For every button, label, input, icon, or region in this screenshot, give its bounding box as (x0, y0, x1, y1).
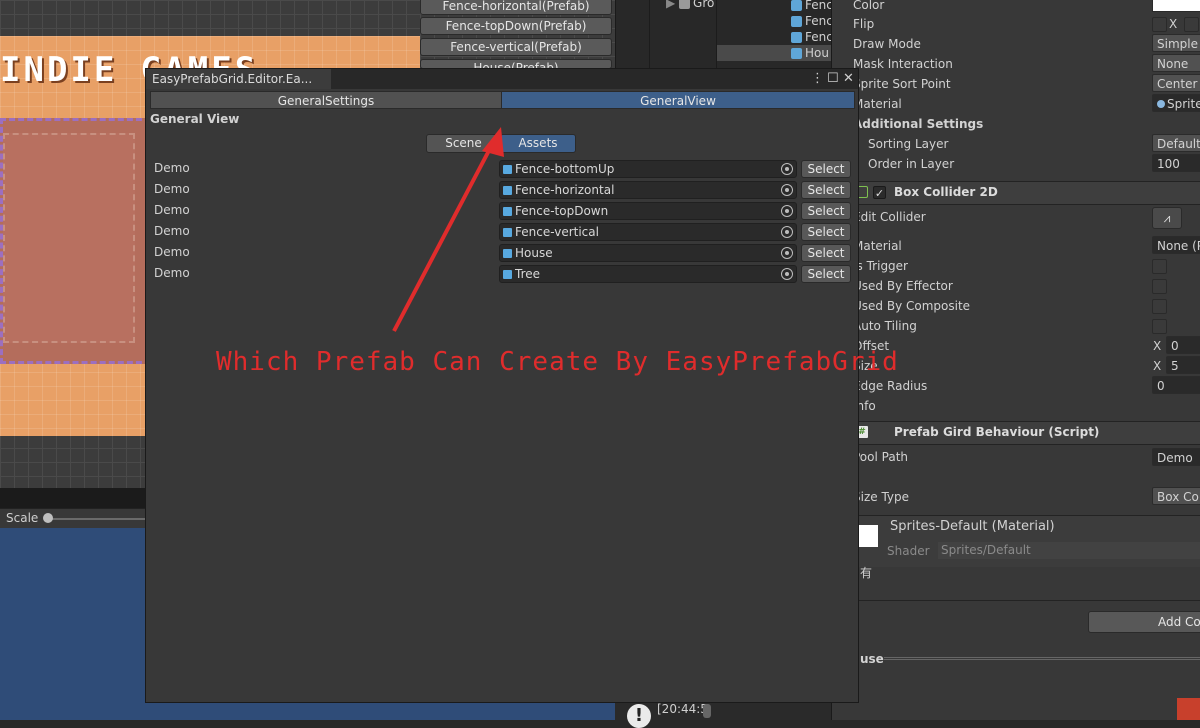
flip-x-checkbox[interactable] (1152, 17, 1167, 32)
flip-y-checkbox[interactable] (1184, 17, 1199, 32)
sorting-layer-dropdown[interactable]: Default (1152, 134, 1200, 152)
box-collider-title: Box Collider 2D (894, 185, 998, 199)
gameobject-icon (679, 0, 691, 9)
draw-mode-label: Draw Mode (853, 37, 921, 51)
sprite-sort-point-dropdown[interactable]: Center (1152, 74, 1200, 92)
sorting-layer-label: Sorting Layer (868, 137, 949, 151)
auto-tiling-checkbox[interactable] (1152, 319, 1167, 334)
prefab-icon (791, 32, 802, 43)
color-label: Color (853, 0, 885, 12)
prefab-behaviour-header[interactable]: # Prefab Gird Behaviour (Script) (832, 421, 1200, 445)
offset-x-field[interactable]: 0 (1166, 336, 1200, 354)
pool-path-label: Pool Path (853, 450, 909, 464)
prefab-icon (791, 16, 802, 27)
order-in-layer-field[interactable]: 100 (1152, 154, 1200, 172)
console-timestamp: [20:44:5 (657, 702, 708, 716)
shader-dropdown[interactable]: Sprites/Default (938, 542, 1200, 559)
box-collider-header[interactable]: ✓ Box Collider 2D (832, 181, 1200, 205)
scene-ground (3, 133, 135, 343)
flip-x-label: X (1169, 17, 1178, 31)
pool-path-field[interactable]: Demo (1152, 448, 1200, 466)
add-component-button[interactable]: Add Com (1088, 611, 1200, 633)
additional-settings-foldout[interactable]: Additional Settings (853, 115, 983, 133)
used-by-composite-label: Used By Composite (853, 299, 971, 313)
asset-thumbnail (1177, 698, 1200, 720)
offset-x-label: X (1153, 339, 1162, 353)
edge-radius-field[interactable]: 0 (1152, 376, 1200, 394)
hierarchy-item-selected[interactable]: Hou (717, 45, 832, 61)
drag-handle[interactable] (884, 657, 1200, 660)
material-field[interactable]: Sprite (1152, 94, 1200, 112)
console-scrollbar[interactable] (703, 704, 711, 718)
mask-interaction-label: Mask Interaction (853, 57, 953, 71)
flip-label: Flip (853, 17, 875, 31)
warning-icon: ! (627, 704, 651, 728)
prefab-behaviour-title: Prefab Gird Behaviour (Script) (894, 425, 1100, 439)
console-panel: ! [20:44:5 (615, 700, 831, 728)
hierarchy-item[interactable]: ▶ Gro (666, 0, 714, 11)
draw-mode-dropdown[interactable]: Simple (1152, 34, 1200, 52)
material-preview (858, 525, 878, 547)
size-type-label: Size Type (853, 490, 910, 504)
used-by-composite-checkbox[interactable] (1152, 299, 1167, 314)
used-by-effector-checkbox[interactable] (1152, 279, 1167, 294)
mask-interaction-dropdown[interactable]: None (1152, 54, 1200, 72)
hierarchy-item[interactable]: Fenc (791, 29, 833, 45)
scene-fence-area (0, 118, 151, 364)
bottom-section-label: use (860, 652, 884, 666)
size-type-dropdown[interactable]: Box Coll (1152, 487, 1200, 505)
divider (832, 600, 1200, 601)
scale-label: Scale (6, 511, 39, 525)
hierarchy-item[interactable]: Fenc (791, 0, 833, 13)
annotation-text: Which Prefab Can Create By EasyPrefabGri… (216, 347, 899, 377)
order-in-layer-label: Order in Layer (868, 157, 955, 171)
is-trigger-checkbox[interactable] (1152, 259, 1167, 274)
component-enabled-checkbox[interactable]: ✓ (873, 186, 886, 200)
annotation-arrow (392, 127, 504, 332)
edit-collider-label: Edit Collider (853, 210, 926, 224)
material-label: Material (853, 97, 902, 111)
edge-radius-label: Edge Radius (853, 379, 928, 393)
size-x-label: X (1153, 359, 1162, 373)
shader-label: Shader (887, 544, 930, 558)
edit-collider-icon[interactable]: ⩘ (1152, 207, 1182, 229)
collider-material-field[interactable]: None (P (1152, 236, 1200, 254)
auto-tiling-label: Auto Tiling (853, 319, 917, 333)
material-icon (1157, 100, 1165, 108)
size-x-field[interactable]: 5 (1166, 356, 1200, 374)
hierarchy-item[interactable]: Fenc (791, 13, 833, 29)
easyprefabgrid-editor-window: EasyPrefabGrid.Editor.Ea... ⋮ ☐ ✕ Genera… (145, 68, 898, 703)
scene-prefab-button[interactable]: Fence-topDown(Prefab) (420, 17, 612, 35)
extra-text: 有 (860, 566, 873, 580)
is-trigger-label: Is Trigger (853, 259, 908, 273)
scale-slider-thumb[interactable] (43, 513, 53, 523)
collider-material-label: Material (853, 239, 902, 253)
prefab-icon (791, 0, 802, 11)
scene-prefab-button[interactable]: Fence-vertical(Prefab) (420, 38, 612, 56)
scene-prefab-button[interactable]: Fence-horizontal(Prefab) (420, 0, 612, 15)
material-name: Sprites-Default (Material) (890, 519, 1055, 534)
color-swatch[interactable] (1152, 0, 1200, 12)
prefab-icon (791, 48, 802, 59)
sprite-sort-point-label: Sprite Sort Point (853, 77, 951, 91)
used-by-effector-label: Used By Effector (853, 279, 953, 293)
